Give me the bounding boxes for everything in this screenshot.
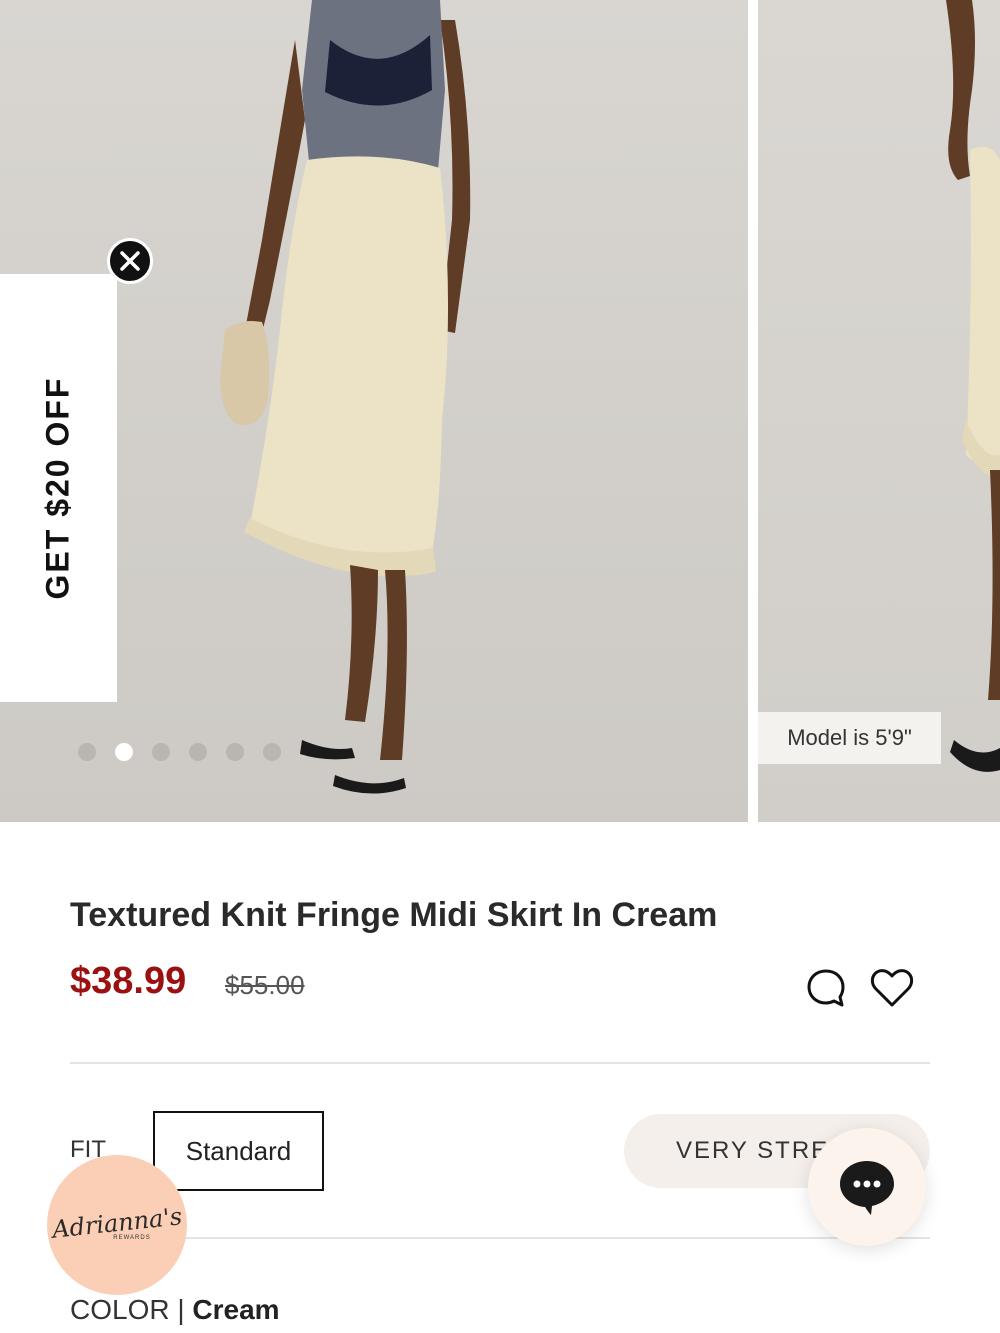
section-divider — [70, 1237, 930, 1239]
pagination-dot[interactable] — [152, 743, 170, 761]
color-value: Cream — [192, 1294, 280, 1325]
pagination-dot[interactable] — [189, 743, 207, 761]
pagination-dot[interactable] — [263, 743, 281, 761]
product-image-gallery[interactable]: Model is 5'9" — [0, 0, 1000, 822]
live-chat-button[interactable] — [808, 1128, 926, 1246]
color-separator: | — [169, 1294, 193, 1325]
model-photo-side — [946, 0, 1000, 772]
ask-question-button[interactable] — [803, 965, 849, 1011]
close-promo-button[interactable] — [107, 238, 153, 284]
chat-ellipsis-icon — [840, 1161, 894, 1215]
chat-bubble-icon — [807, 969, 845, 1007]
close-icon — [120, 251, 140, 271]
pagination-dot-active[interactable] — [115, 743, 133, 761]
product-image-next[interactable] — [758, 0, 1000, 822]
pagination-dot[interactable] — [78, 743, 96, 761]
model-height-badge: Model is 5'9" — [758, 712, 941, 764]
sale-price: $38.99 — [70, 960, 187, 1002]
color-label: COLOR — [70, 1294, 170, 1325]
gallery-pagination[interactable] — [78, 743, 281, 761]
heart-icon — [870, 969, 914, 1007]
discount-tab-label[interactable]: GET $20 OFF — [40, 377, 77, 600]
product-title: Textured Knit Fringe Midi Skirt In Cream — [70, 896, 718, 934]
fit-option-selected[interactable]: Standard — [153, 1111, 324, 1191]
rewards-launcher[interactable]: Adrianna's REWARDS — [47, 1155, 187, 1295]
color-selection-label: COLOR | Cream — [70, 1294, 280, 1326]
pagination-dot[interactable] — [226, 743, 244, 761]
add-to-wishlist-button[interactable] — [869, 965, 915, 1011]
original-price: $55.00 — [225, 970, 305, 1000]
section-divider — [70, 1062, 930, 1064]
